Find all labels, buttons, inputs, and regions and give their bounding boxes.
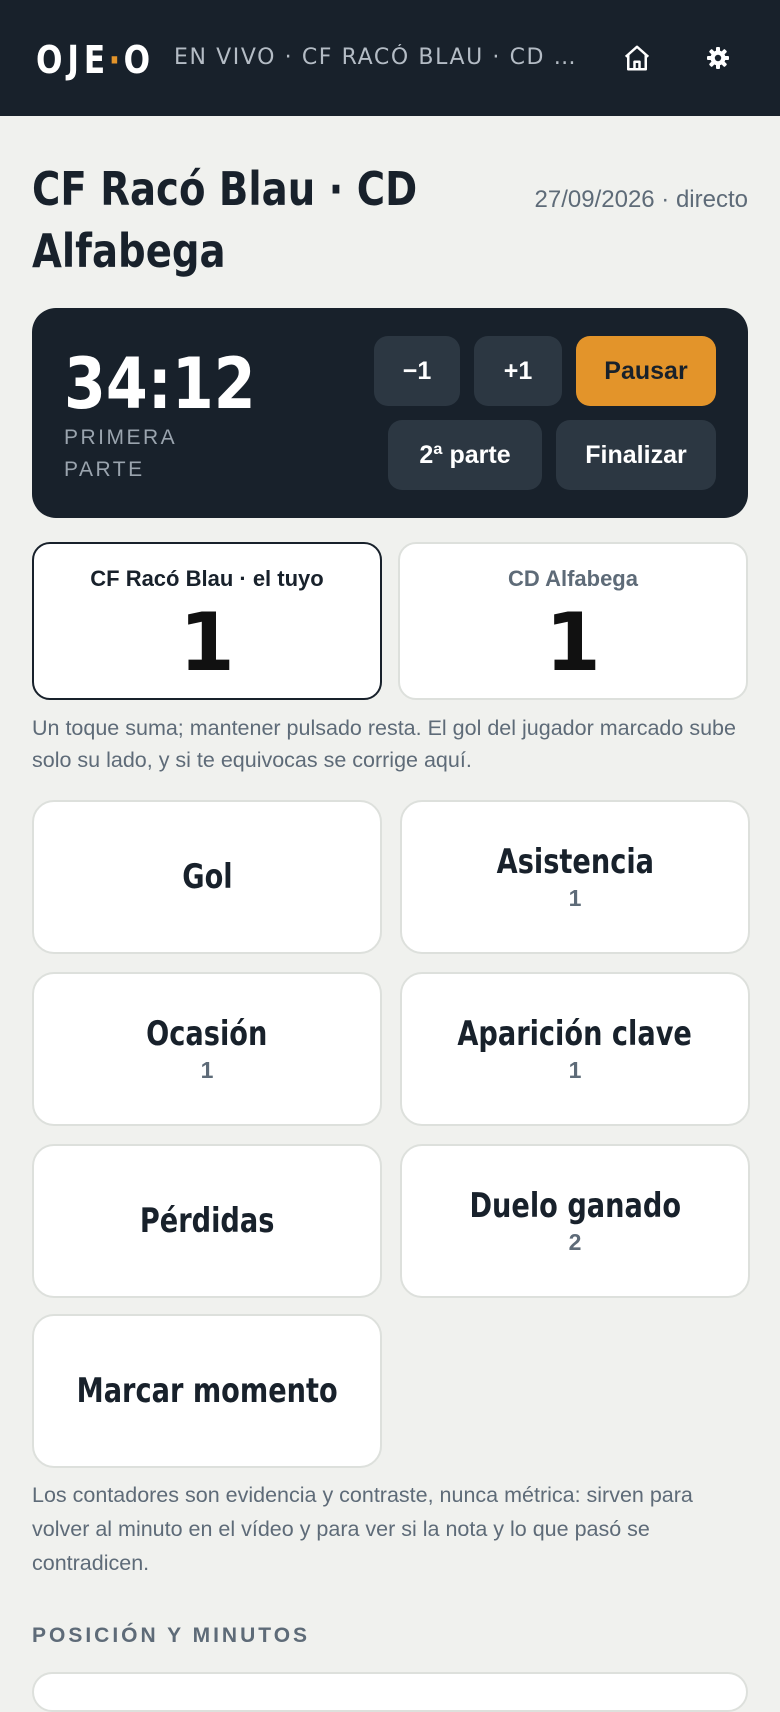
match-date: 27/09/2026 · directo xyxy=(534,186,748,213)
home-icon xyxy=(624,45,650,71)
finish-button[interactable]: Finalizar xyxy=(556,420,716,490)
event-key-appearance-button[interactable]: Aparición clave 1 xyxy=(400,972,750,1126)
event-count: 1 xyxy=(568,885,582,911)
period-label: PRIMERA PARTE xyxy=(64,426,177,481)
second-half-button[interactable]: 2ª parte xyxy=(388,420,542,490)
section-heading-position: POSICIÓN Y MINUTOS xyxy=(32,1624,311,1647)
home-goals: 1 xyxy=(179,596,235,689)
live-match-title: EN VIVO · CF RACÓ BLAU · CD ALFABEGA xyxy=(174,45,590,70)
event-chance-button[interactable]: Ocasión 1 xyxy=(32,972,382,1126)
home-team-name: CF Racó Blau · el tuyo xyxy=(90,566,324,591)
event-label: Asistencia xyxy=(496,842,654,882)
event-count: 1 xyxy=(200,1057,214,1083)
home-score-card[interactable]: CF Racó Blau · el tuyo 1 xyxy=(32,542,382,700)
event-count: 2 xyxy=(568,1229,582,1255)
pause-button[interactable]: Pausar xyxy=(576,336,716,406)
away-team-name: CD Alfabega xyxy=(508,566,638,591)
event-goal-button[interactable]: Gol xyxy=(32,800,382,954)
counters-note: Los contadores son evidencia y contraste… xyxy=(32,1483,693,1575)
event-duel-won-button[interactable]: Duelo ganado 2 xyxy=(400,1144,750,1298)
app-logo[interactable]: OJE · O xyxy=(36,36,155,84)
event-label: Aparición clave xyxy=(457,1014,693,1054)
match-clock-card: 34:12 PRIMERA PARTE −1 +1 Pausar 2ª part… xyxy=(32,308,748,518)
event-label: Duelo ganado xyxy=(469,1186,681,1226)
match-title: CF Racó Blau · CD Alfabega xyxy=(32,162,418,278)
minus-minute-button[interactable]: −1 xyxy=(374,336,460,406)
home-button[interactable] xyxy=(615,36,659,80)
settings-button[interactable] xyxy=(696,36,740,80)
mark-moment-button[interactable]: Marcar momento xyxy=(32,1314,382,1468)
event-label: Ocasión xyxy=(146,1014,268,1054)
event-losses-button[interactable]: Pérdidas xyxy=(32,1144,382,1298)
event-assist-button[interactable]: Asistencia 1 xyxy=(400,800,750,954)
score-hint: Un toque suma; mantener pulsado resta. E… xyxy=(32,716,736,772)
event-label: Gol xyxy=(181,857,233,897)
position-minutes-card xyxy=(32,1672,748,1712)
plus-minute-button[interactable]: +1 xyxy=(474,336,562,406)
away-score-card[interactable]: CD Alfabega 1 xyxy=(398,542,748,700)
top-bar: OJE·O EN VIVO · CF RACÓ BLAU · CD ALFABE… xyxy=(0,0,780,116)
event-label: Marcar momento xyxy=(76,1371,338,1411)
event-count: 1 xyxy=(568,1057,582,1083)
logo-text-right: O xyxy=(123,38,156,82)
match-clock: 34:12 xyxy=(64,343,256,425)
away-goals: 1 xyxy=(545,596,601,689)
logo-text-left: OJE xyxy=(36,38,111,82)
gear-icon xyxy=(707,47,729,69)
event-label: Pérdidas xyxy=(139,1201,275,1241)
